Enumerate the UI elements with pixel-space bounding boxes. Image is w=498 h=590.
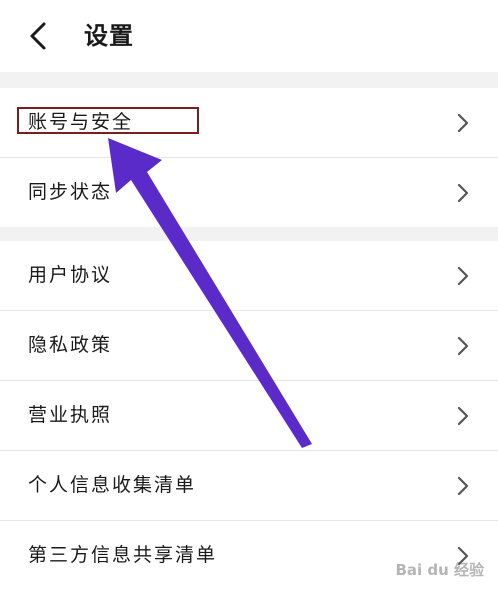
chevron-right-icon [457,406,469,426]
settings-item-third-party-sharing-list[interactable]: 第三方信息共享清单 [0,521,498,590]
back-button[interactable] [18,16,58,56]
section-gap [0,72,498,88]
chevron-right-icon [457,113,469,133]
section-gap [0,227,498,241]
settings-item-user-agreement[interactable]: 用户协议 [0,241,498,310]
chevron-right-icon [457,546,469,566]
settings-item-label: 隐私政策 [28,334,113,356]
settings-item-personal-info-list[interactable]: 个人信息收集清单 [0,451,498,520]
settings-item-label: 个人信息收集清单 [28,474,197,496]
chevron-right-icon [457,266,469,286]
settings-item-business-license[interactable]: 营业执照 [0,381,498,450]
chevron-right-icon [457,183,469,203]
settings-item-privacy-policy[interactable]: 隐私政策 [0,311,498,380]
settings-item-label: 账号与安全 [28,111,134,133]
settings-item-sync-status[interactable]: 同步状态 [0,158,498,227]
chevron-left-icon [30,22,46,50]
settings-item-label: 用户协议 [28,264,113,286]
settings-item-label: 第三方信息共享清单 [28,544,218,566]
settings-item-account-security[interactable]: 账号与安全 [0,88,498,157]
chevron-right-icon [457,476,469,496]
settings-item-label: 营业执照 [28,404,113,426]
page-title: 设置 [84,22,134,50]
header-bar: 设置 [0,0,498,72]
settings-item-label: 同步状态 [28,181,113,203]
chevron-right-icon [457,336,469,356]
